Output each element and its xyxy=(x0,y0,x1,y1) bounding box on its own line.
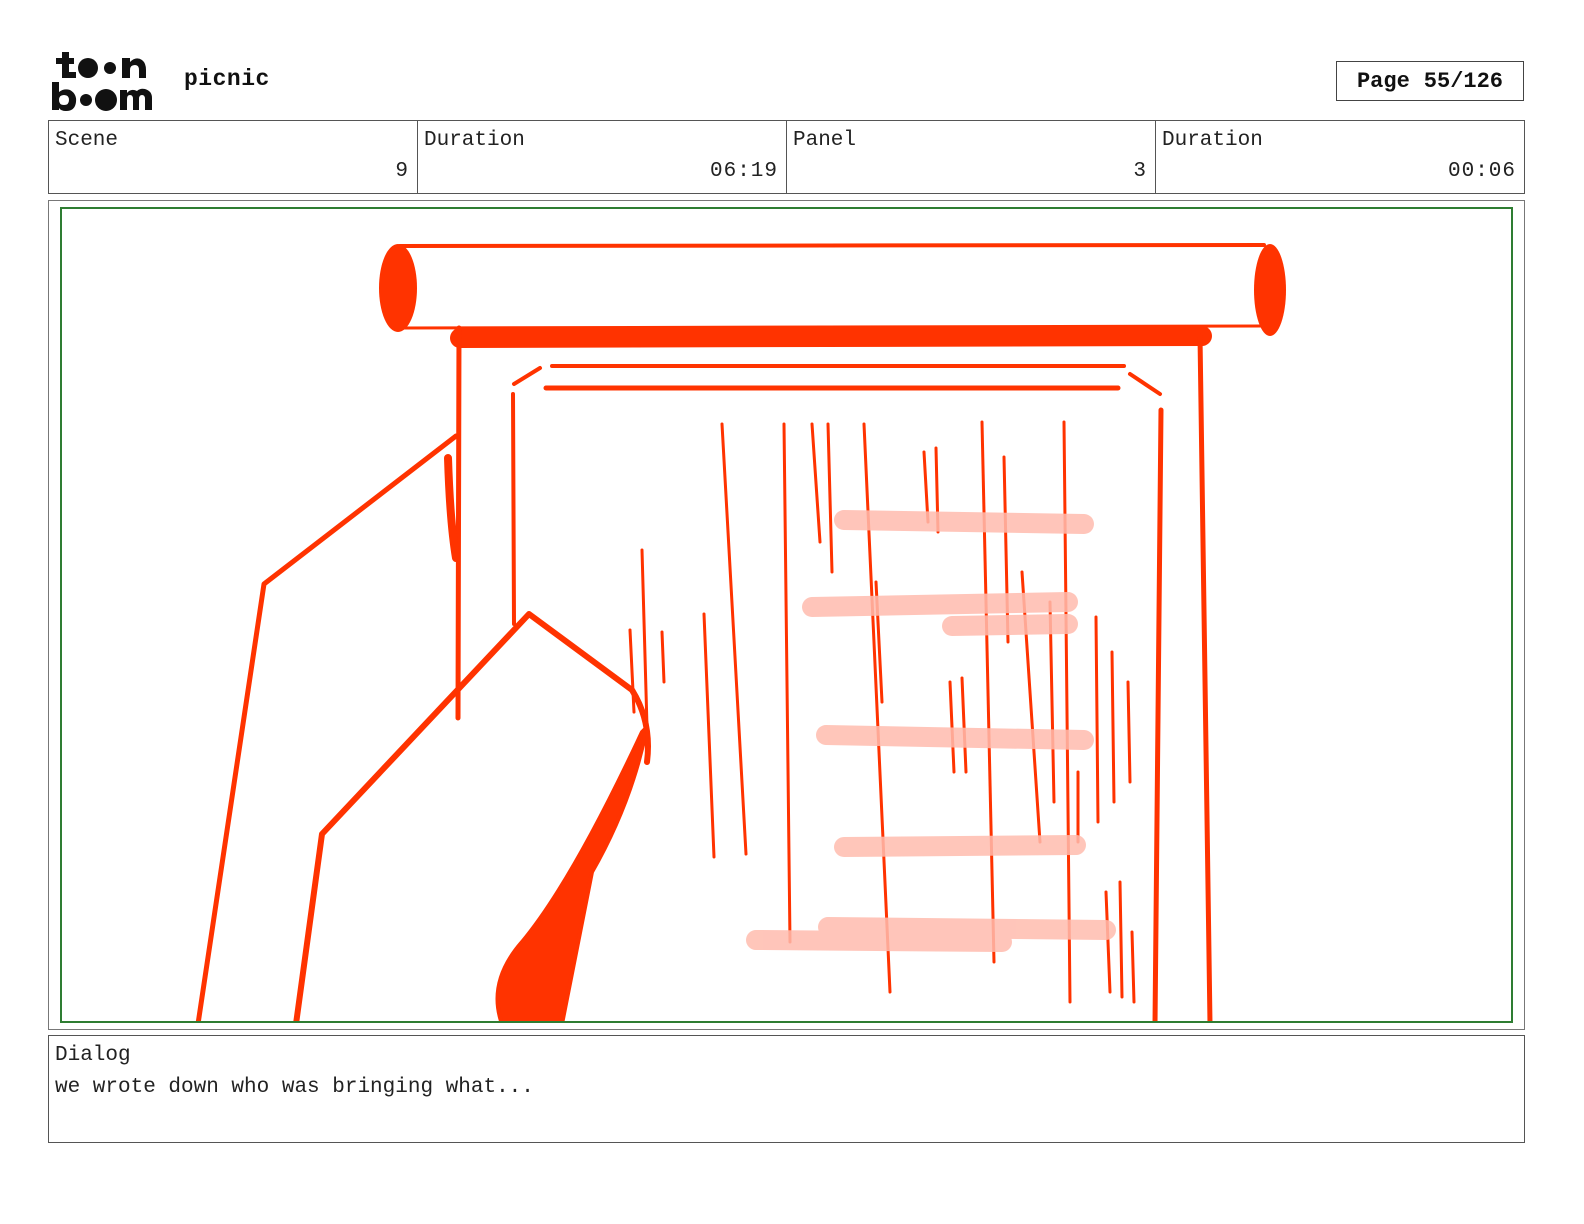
toon-boom-logo xyxy=(50,48,166,114)
scene-duration-label: Duration xyxy=(424,129,525,152)
dialog-text: we wrote down who was bringing what... xyxy=(55,1076,534,1099)
scroll-sketch-illustration xyxy=(195,243,1286,1021)
panel-drawing-area xyxy=(60,207,1513,1023)
page-label: Page xyxy=(1356,68,1410,94)
scene-duration-cell: Duration 06:19 xyxy=(418,121,787,193)
panel-info-row: Scene 9 Duration 06:19 Panel 3 Duration … xyxy=(48,120,1525,194)
dialog-box: Dialog we wrote down who was bringing wh… xyxy=(48,1035,1525,1143)
page-number: 55/126 xyxy=(1423,68,1504,94)
panel-duration-label: Duration xyxy=(1162,129,1263,152)
scene-duration-value: 06:19 xyxy=(709,160,778,183)
scene-cell: Scene 9 xyxy=(49,121,418,193)
panel-duration-cell: Duration 00:06 xyxy=(1156,121,1524,193)
panel-cell: Panel 3 xyxy=(787,121,1156,193)
panel-duration-value: 00:06 xyxy=(1447,160,1516,183)
scene-value: 9 xyxy=(395,160,409,183)
logo-icon xyxy=(52,52,152,111)
dialog-label: Dialog xyxy=(55,1044,131,1067)
page-indicator: Page 55/126 xyxy=(1336,61,1524,101)
panel-label: Panel xyxy=(793,129,857,152)
panel-value: 3 xyxy=(1133,160,1147,183)
project-title: picnic xyxy=(184,66,270,92)
scene-label: Scene xyxy=(55,129,119,152)
